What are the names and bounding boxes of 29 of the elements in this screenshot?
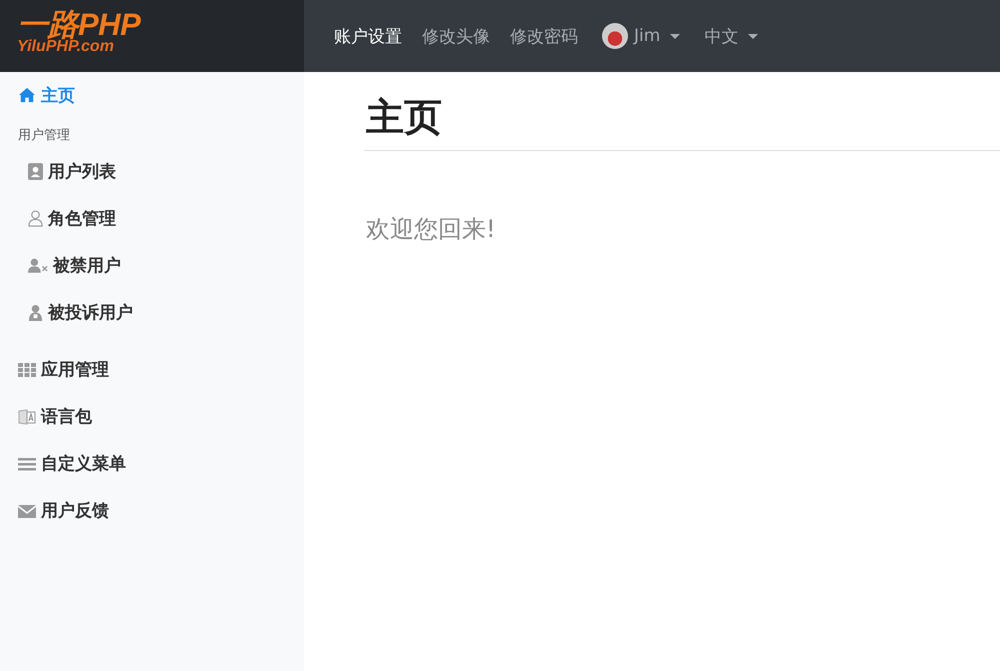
- nav-link[interactable]: 修改头像: [422, 24, 490, 48]
- sidebar-item[interactable]: 被禁用户: [0, 242, 304, 289]
- sidebar-item[interactable]: 角色管理: [0, 195, 304, 242]
- language-menu[interactable]: 中文: [704, 24, 758, 48]
- envelope-icon: [18, 502, 36, 518]
- sidebar-item[interactable]: 应用管理: [0, 346, 304, 393]
- grid-icon: [18, 362, 36, 378]
- nav-link[interactable]: 账户设置: [334, 24, 402, 48]
- menu-icon: [18, 456, 36, 472]
- sidebar-item[interactable]: 被投诉用户: [0, 289, 304, 336]
- avatar-photo-placeholder: [602, 23, 628, 49]
- home-icon: [18, 87, 36, 103]
- caret-icon: [670, 34, 680, 38]
- user-icon: [28, 210, 43, 227]
- sidebar-item[interactable]: 用户列表: [0, 148, 304, 195]
- translate-icon: [18, 408, 36, 424]
- user-badge-icon: [28, 304, 43, 321]
- user-remove-icon: [28, 258, 48, 273]
- contact-card-icon: [28, 163, 43, 180]
- logo-subtitle: YiluPHP.com: [17, 39, 115, 55]
- welcome-message: 欢迎您回来!: [366, 214, 497, 245]
- sidebar-item[interactable]: 用户反馈: [0, 487, 304, 534]
- sidebar-item[interactable]: 自定义菜单: [0, 440, 304, 487]
- user-menu[interactable]: Jim: [602, 23, 680, 49]
- sidebar-section-heading: 用户管理: [17, 127, 71, 144]
- nav-link[interactable]: 修改密码: [510, 24, 578, 48]
- page-title: 主页: [365, 94, 443, 141]
- sidebar-item[interactable]: 语言包: [0, 393, 304, 440]
- caret-icon: [748, 34, 758, 38]
